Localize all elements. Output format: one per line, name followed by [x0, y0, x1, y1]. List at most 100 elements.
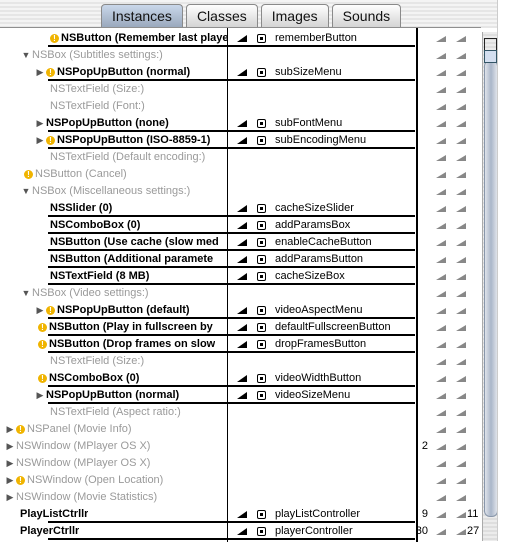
- disclosure-open-icon[interactable]: ▼: [20, 183, 32, 200]
- outline-row[interactable]: ! NSButton (Play in fullscreen by defaultF…: [0, 319, 481, 336]
- outline-row[interactable]: ▶ NSWindow (MPlayer OS X): [0, 455, 481, 472]
- outlet-icon[interactable]: [257, 33, 266, 43]
- outlet-icon[interactable]: [257, 322, 266, 332]
- connection-count-cell: [420, 183, 480, 200]
- outline-row[interactable]: PlayerCtrllr playerController 30 27: [0, 523, 481, 540]
- outline-row[interactable]: ! NSButton (Remember last playe rememberBu…: [0, 30, 481, 47]
- instance-name: NSTextField (Aspect ratio:): [50, 406, 181, 418]
- outline-row[interactable]: ▶! NSPopUpButton (normal) subSizeMenu: [0, 64, 481, 81]
- outline-row[interactable]: ! NSButton (Cancel): [0, 166, 481, 183]
- outline-row[interactable]: ! NSButton (Drop frames on slow dropFrames…: [0, 336, 481, 353]
- wedge-icon: [237, 306, 247, 314]
- outline-row[interactable]: ▶! NSPopUpButton (default) videoAspectMenu: [0, 302, 481, 319]
- connection-line: [48, 538, 415, 540]
- outline-row[interactable]: ▼ NSBox (Subtitles settings:): [0, 47, 481, 64]
- vertical-scrollbar[interactable]: [482, 32, 498, 541]
- outgoing-wedge-icon: [456, 121, 466, 127]
- connection-count-cell: [420, 336, 480, 353]
- instance-name: NSBox (Video settings:): [32, 287, 149, 299]
- outgoing-wedge-icon: [456, 240, 466, 246]
- connection-count-cell: [420, 285, 480, 302]
- outline-row[interactable]: ▶! NSWindow (Open Location): [0, 472, 481, 489]
- incoming-wedge-icon: [436, 325, 446, 331]
- tab-classes[interactable]: Classes: [185, 4, 258, 27]
- outlet-icon[interactable]: [257, 135, 266, 145]
- column-divider: [227, 28, 228, 542]
- disclosure-closed-icon[interactable]: ▶: [34, 132, 46, 149]
- outlet-icon[interactable]: [257, 390, 266, 400]
- outline-row[interactable]: ! NSComboBox (0) videoWidthButton: [0, 370, 481, 387]
- scrollbar-thumb[interactable]: [484, 60, 498, 517]
- outgoing-wedge-icon: [456, 410, 466, 416]
- outlet-icon[interactable]: [257, 526, 266, 536]
- disclosure-closed-icon[interactable]: ▶: [34, 115, 46, 132]
- wedge-icon: [237, 391, 247, 399]
- wedge-icon: [237, 527, 247, 535]
- warning-icon: !: [38, 373, 47, 383]
- outlet-icon[interactable]: [257, 271, 266, 281]
- outline-row[interactable]: ▼ NSBox (Miscellaneous settings:): [0, 183, 481, 200]
- connection-count-cell: [420, 319, 480, 336]
- instances-outline: ! NSButton (Remember last playe rememberBu…: [0, 27, 481, 542]
- outgoing-count: 27: [467, 525, 480, 537]
- incoming-wedge-icon: [436, 461, 446, 467]
- row-label-cell: NSTextField (Size:): [50, 81, 144, 98]
- disclosure-closed-icon[interactable]: ▶: [4, 421, 16, 438]
- disclosure-open-icon[interactable]: ▼: [20, 285, 32, 302]
- outline-row[interactable]: ▶ NSWindow (Movie Statistics): [0, 489, 481, 506]
- outgoing-wedge-icon: [456, 461, 466, 467]
- wedge-icon: [237, 68, 247, 76]
- outlet-icon[interactable]: [257, 373, 266, 383]
- instance-name: NSButton (Drop frames on slow: [49, 338, 216, 350]
- outlet-icon[interactable]: [257, 305, 266, 315]
- outline-row[interactable]: NSTextField (Font:): [0, 98, 481, 115]
- tab-sounds[interactable]: Sounds: [331, 4, 402, 27]
- outgoing-wedge-icon: [456, 393, 466, 399]
- outlet-icon[interactable]: [257, 220, 266, 230]
- outline-row[interactable]: NSButton (Additional paramete addParamsBu…: [0, 251, 481, 268]
- outline-row[interactable]: ▶! NSPopUpButton (ISO-8859-1) subEncodingM…: [0, 132, 481, 149]
- disclosure-closed-icon[interactable]: ▶: [34, 302, 46, 319]
- outline-row[interactable]: NSButton (Use cache (slow med enableCache…: [0, 234, 481, 251]
- outgoing-wedge-icon: [456, 342, 466, 348]
- instance-name: NSTextField (Size:): [50, 83, 145, 95]
- outlet-icon[interactable]: [257, 203, 266, 213]
- outlet-icon[interactable]: [257, 509, 266, 519]
- outlet-icon[interactable]: [257, 118, 266, 128]
- outline-row[interactable]: NSTextField (8 MB) cacheSizeBox: [0, 268, 481, 285]
- incoming-wedge-icon: [436, 70, 446, 76]
- outline-row[interactable]: PlayListCtrllr playListController 9 11: [0, 506, 481, 523]
- incoming-wedge-icon: [436, 172, 446, 178]
- disclosure-closed-icon[interactable]: ▶: [34, 387, 46, 404]
- outlet-icon[interactable]: [257, 237, 266, 247]
- row-label-cell: NSTextField (Font:): [50, 98, 145, 115]
- outlet-icon[interactable]: [257, 254, 266, 264]
- tab-instances[interactable]: Instances: [101, 4, 183, 27]
- tab-images[interactable]: Images: [260, 4, 329, 27]
- outline-row[interactable]: NSTextField (Default encoding:): [0, 149, 481, 166]
- outline-row[interactable]: ▶ NSWindow (MPlayer OS X) 2: [0, 438, 481, 455]
- outline-row[interactable]: ▶ NSPopUpButton (none) subFontMenu: [0, 115, 481, 132]
- outline-row[interactable]: ▼ NSBox (Video settings:): [0, 285, 481, 302]
- list-view-icon[interactable]: [484, 50, 497, 63]
- outlet-icon[interactable]: [257, 339, 266, 349]
- outline-row[interactable]: NSTextField (Aspect ratio:): [0, 404, 481, 421]
- disclosure-closed-icon[interactable]: ▶: [4, 455, 16, 472]
- outlet-icon[interactable]: [257, 67, 266, 77]
- disclosure-closed-icon[interactable]: ▶: [4, 438, 16, 455]
- outline-row[interactable]: NSSlider (0) cacheSizeSlider: [0, 200, 481, 217]
- outline-row[interactable]: ▶! NSPanel (Movie Info): [0, 421, 481, 438]
- disclosure-open-icon[interactable]: ▼: [20, 47, 32, 64]
- outline-row[interactable]: NSComboBox (0) addParamsBox: [0, 217, 481, 234]
- incoming-wedge-icon: [436, 495, 446, 501]
- outline-row[interactable]: ▶ NSPopUpButton (normal) videoSizeMenu: [0, 387, 481, 404]
- instance-name: NSWindow (MPlayer OS X): [16, 440, 151, 452]
- outline-row[interactable]: NSTextField (Size:): [0, 353, 481, 370]
- wedge-icon: [237, 119, 247, 127]
- disclosure-closed-icon[interactable]: ▶: [4, 472, 16, 489]
- disclosure-closed-icon[interactable]: ▶: [4, 489, 16, 506]
- disclosure-closed-icon[interactable]: ▶: [34, 64, 46, 81]
- outline-row[interactable]: NSTextField (Size:): [0, 81, 481, 98]
- row-label-cell: NSTextField (Aspect ratio:): [50, 404, 181, 421]
- incoming-wedge-icon: [436, 410, 446, 416]
